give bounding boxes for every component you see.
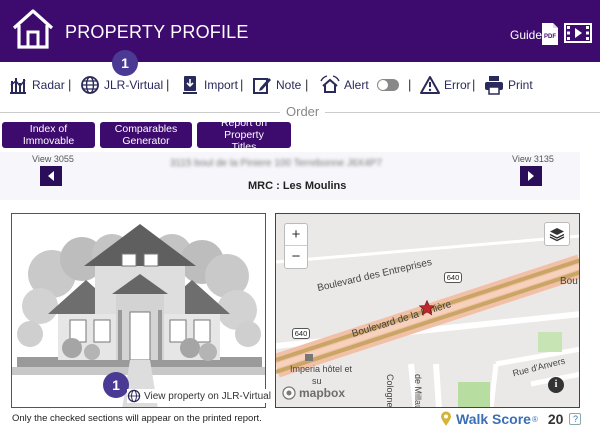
alert-label: Alert [344, 78, 369, 92]
comparables-generator-button[interactable]: Comparables Generator [100, 122, 192, 148]
radar-label: Radar [32, 78, 65, 92]
house-illustration [12, 214, 265, 407]
hotel-icon [305, 354, 313, 361]
warning-icon [420, 76, 440, 94]
error-label: Error [444, 78, 471, 92]
alert-house-icon [320, 75, 340, 93]
mrc-label: MRC : Les Moulins [248, 180, 347, 192]
property-address: 3115 boul de la Piniere 100 Terrebonne J… [170, 158, 383, 169]
property-marker-icon[interactable] [419, 300, 435, 316]
button-line: Comparables [114, 123, 178, 135]
home-icon[interactable] [10, 6, 56, 52]
zoom-out-button[interactable]: − [285, 246, 307, 268]
street-label: Cologne [385, 374, 395, 408]
toolbar-separator: | [166, 77, 170, 92]
printer-icon [485, 76, 503, 95]
toolbar: Radar | JLR-Virtual | Import | Note | Al… [0, 70, 600, 98]
walk-score-label: Walk Score [456, 411, 531, 427]
toolbar-separator: | [68, 77, 72, 92]
map-panel[interactable]: 640 640 Boulevard des Entreprises Boulev… [275, 213, 580, 408]
video-icon[interactable] [564, 23, 592, 43]
route-shield: 640 [444, 272, 462, 283]
registered-mark: ® [531, 414, 538, 424]
zoom-control: + − [284, 223, 308, 269]
zoom-in-button[interactable]: + [285, 224, 307, 246]
street-label: de Millau [413, 374, 423, 408]
poi-label: Imperia hôtel et [290, 364, 353, 374]
globe-icon [127, 389, 141, 403]
note-label: Note [276, 78, 302, 92]
walk-score-help-icon[interactable]: ? [569, 413, 582, 425]
mapbox-attribution[interactable]: mapbox [282, 386, 345, 400]
arrow-right-icon [528, 171, 534, 181]
layers-icon [549, 228, 565, 242]
button-line: Generator [122, 135, 170, 147]
import-icon [183, 76, 197, 94]
error-button[interactable]: Error [420, 74, 471, 96]
arrow-left-icon [48, 171, 54, 181]
pdf-icon[interactable]: PDF [540, 22, 560, 46]
callout-badge: 1 [103, 372, 129, 398]
walk-score[interactable]: Walk Score ® 20 ? [440, 411, 582, 427]
alert-toggle[interactable] [376, 79, 399, 91]
print-label: Print [508, 78, 533, 92]
print-sections-note: Only the checked sections will appear on… [12, 413, 262, 424]
location-pin-icon [441, 411, 451, 426]
walk-score-value: 20 [547, 411, 564, 427]
radar-icon [10, 78, 26, 94]
guide-label: Guide [510, 28, 543, 42]
pdf-icon-label: PDF [544, 34, 556, 40]
toolbar-separator: | [408, 77, 412, 92]
toolbar-separator: | [240, 77, 244, 92]
note-button[interactable]: Note [252, 74, 301, 96]
route-shield: 640 [292, 328, 310, 339]
note-edit-icon [253, 78, 271, 94]
mapbox-label: mapbox [299, 386, 346, 400]
report-property-titles-button[interactable]: Report on Property Titles [197, 117, 291, 153]
view-link-label: View property on JLR-Virtual [144, 390, 271, 402]
next-property-button[interactable] [520, 166, 542, 186]
jlr-virtual-button[interactable]: JLR-Virtual [80, 74, 163, 96]
alert-button[interactable]: Alert [320, 74, 399, 96]
poi-label: su [312, 376, 322, 386]
index-of-immovable-button[interactable]: Index of Immovable [2, 122, 95, 148]
toolbar-separator: | [305, 77, 309, 92]
radar-button[interactable]: Radar [8, 74, 65, 96]
jlr-virtual-label: JLR-Virtual [104, 78, 164, 92]
import-button[interactable]: Import [180, 74, 238, 96]
view-on-jlr-virtual-link[interactable]: View property on JLR-Virtual [127, 389, 271, 403]
previous-view-label: View 3055 [32, 154, 74, 164]
button-line: Index of [29, 123, 68, 135]
property-photo-panel [11, 213, 266, 408]
toolbar-separator: | [472, 77, 476, 92]
mapbox-logo-icon [282, 386, 296, 400]
previous-property-button[interactable] [40, 166, 62, 186]
button-line: Immovable [22, 135, 75, 147]
road-label: Bou [560, 276, 578, 287]
print-button[interactable]: Print [484, 74, 533, 96]
map-info-button[interactable]: i [548, 377, 564, 393]
import-label: Import [204, 78, 239, 92]
page-title: PROPERTY PROFILE [65, 22, 249, 42]
next-view-label: View 3135 [512, 154, 554, 164]
app-header: PROPERTY PROFILE Guide PDF [0, 0, 600, 62]
map-layers-button[interactable] [544, 222, 570, 246]
button-line: Report on Property [220, 117, 268, 141]
globe-icon [81, 76, 99, 94]
